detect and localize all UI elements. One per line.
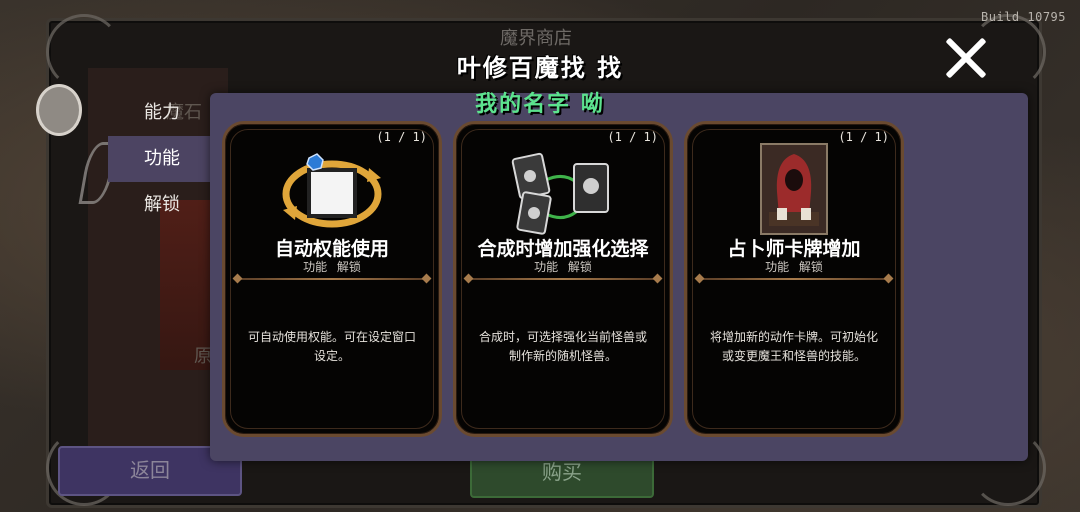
- card-divider: [699, 278, 889, 280]
- card-description: 合成时，可选择强化当前怪兽或制作新的随机怪兽。: [478, 330, 647, 363]
- card-tag: 解锁: [336, 260, 361, 274]
- overlay-subtitle: 我的名字 呦: [475, 91, 605, 117]
- card-divider: [237, 278, 427, 280]
- card-tag: 功能: [534, 260, 559, 274]
- feature-card[interactable]: (1 / 1) 合成时增加强化选择 功能 解锁 合成时，可选择强化当前怪兽或制作…: [453, 121, 673, 437]
- card-tags: 功能 解锁: [687, 258, 901, 275]
- overlay-title: 叶修百魔找 找: [456, 53, 624, 82]
- build-label: Build 10795: [981, 10, 1066, 24]
- feature-card[interactable]: (1 / 1) 占卜师卡牌增加 功能 解锁 将增加新的动作卡牌。可初始化或变更魔…: [684, 121, 904, 437]
- auto-cycle-icon: [282, 153, 382, 228]
- card-description: 可自动使用权能。可在设定窗口设定。: [247, 330, 416, 363]
- card-tag: 解锁: [798, 260, 823, 274]
- fortune-teller-icon: [760, 143, 828, 235]
- card-tag: 功能: [765, 260, 790, 274]
- card-tags: 功能 解锁: [225, 258, 439, 275]
- card-tags: 功能 解锁: [456, 258, 670, 275]
- card-divider: [468, 278, 658, 280]
- card-title: 占卜师卡牌增加: [727, 238, 861, 260]
- shop-title: 魔界商店: [500, 28, 572, 49]
- card-merge-icon: [511, 152, 609, 235]
- card-title: 自动权能使用: [274, 238, 389, 260]
- feature-card[interactable]: (1 / 1) 自动权能使用 功能 解锁 可自动使用权能。可在设定窗口设定。: [222, 121, 442, 437]
- close-button[interactable]: [940, 30, 994, 84]
- card-tag: 功能: [303, 260, 328, 274]
- card-description: 将增加新的动作卡牌。可初始化或变更魔王和怪兽的技能。: [709, 330, 878, 363]
- card-tag: 解锁: [567, 260, 592, 274]
- card-title: 合成时增加强化选择: [477, 238, 649, 260]
